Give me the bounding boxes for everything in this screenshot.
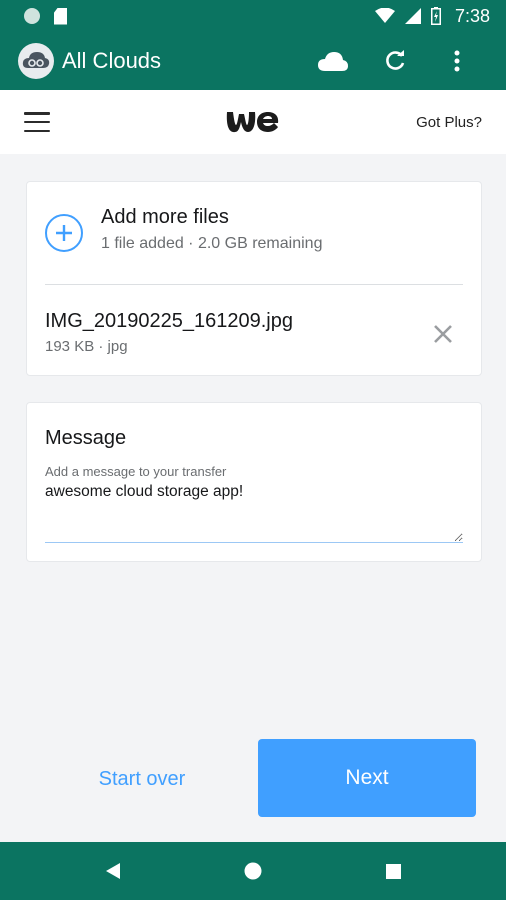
files-remaining-text: 1 file added · 2.0 GB remaining — [101, 235, 323, 252]
wetransfer-header: Got Plus? — [0, 90, 506, 154]
message-title: Message — [45, 427, 127, 449]
message-input[interactable]: awesome cloud storage app! — [45, 483, 463, 543]
status-time: 7:38 — [454, 5, 490, 26]
remove-file-button[interactable] — [431, 322, 455, 346]
sd-card-icon — [54, 7, 67, 25]
home-icon — [244, 862, 262, 880]
file-name: IMG_20190225_161209.jpg — [45, 310, 293, 332]
cloud-icon — [318, 52, 348, 71]
back-button[interactable] — [43, 842, 183, 900]
status-bar: 7:38 — [0, 0, 506, 32]
recents-button[interactable] — [323, 842, 463, 900]
recents-icon — [385, 863, 401, 879]
more-options-button[interactable] — [426, 41, 488, 81]
back-icon — [106, 863, 120, 879]
app-title: All Clouds — [62, 48, 162, 73]
wifi-icon — [374, 8, 395, 23]
more-vert-icon — [454, 50, 460, 72]
close-icon — [434, 325, 452, 343]
divider — [45, 284, 463, 285]
cloud-button[interactable] — [302, 41, 364, 81]
notification-dot-icon — [24, 8, 40, 24]
signal-icon — [404, 8, 421, 24]
start-over-button[interactable]: Start over — [62, 760, 222, 798]
add-circle-icon — [45, 214, 83, 252]
wetransfer-logo[interactable] — [224, 108, 280, 136]
file-item: IMG_20190225_161209.jpg 193 KB · jpg — [45, 310, 293, 355]
app-bar: All Clouds — [0, 32, 506, 90]
add-more-files-button[interactable]: Add more files 1 file added · 2.0 GB rem… — [45, 206, 322, 253]
navigation-bar — [0, 842, 506, 900]
all-clouds-logo-icon — [18, 43, 54, 79]
files-card: Add more files 1 file added · 2.0 GB rem… — [26, 181, 482, 376]
home-button[interactable] — [183, 842, 323, 900]
message-label: Add a message to your transfer — [45, 464, 227, 479]
menu-icon[interactable] — [24, 112, 50, 132]
refresh-icon — [386, 50, 405, 70]
refresh-button[interactable] — [364, 41, 426, 81]
next-button[interactable]: Next — [258, 739, 476, 817]
got-plus-link[interactable]: Got Plus? — [416, 114, 482, 131]
battery-icon — [430, 7, 441, 25]
file-meta: 193 KB · jpg — [45, 338, 128, 355]
message-card: Message Add a message to your transfer a… — [26, 402, 482, 562]
add-more-files-title: Add more files — [101, 206, 229, 228]
